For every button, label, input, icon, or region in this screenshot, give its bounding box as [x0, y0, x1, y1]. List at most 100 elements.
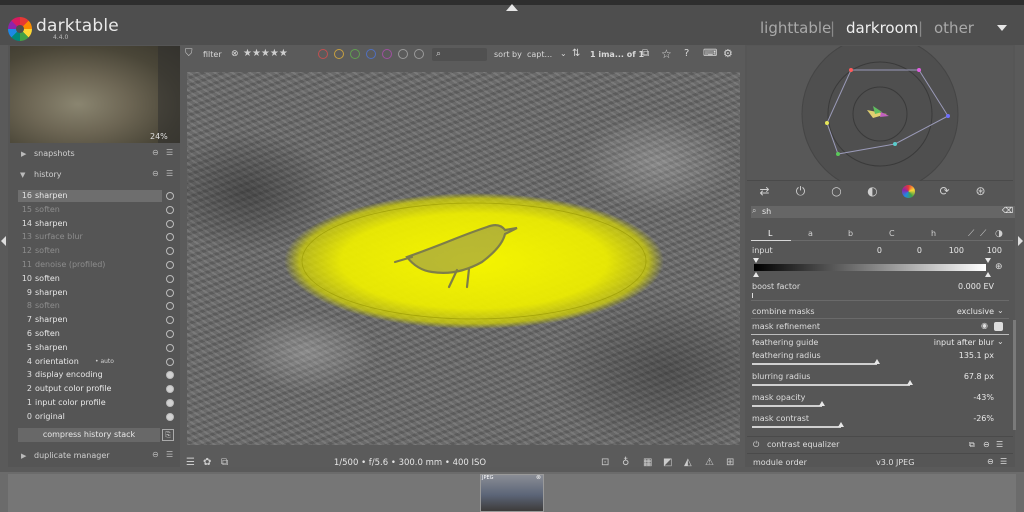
module-power-icon[interactable] — [166, 358, 174, 366]
history-item[interactable]: 10 soften — [18, 273, 162, 285]
filter-icon[interactable]: ⛉ — [185, 48, 193, 59]
module-order-value[interactable]: v3.0 JPEG — [876, 458, 914, 467]
multi-instance-icon[interactable]: ⧉ — [969, 440, 975, 450]
collapse-arrow-icon[interactable]: ▼ — [20, 171, 25, 179]
module-power-icon[interactable] — [166, 192, 174, 200]
history-item[interactable]: 6 soften — [18, 328, 162, 340]
reset-icon[interactable]: ⊖ — [987, 457, 994, 466]
module-power-icon[interactable] — [166, 371, 174, 379]
collapse-top-panel-arrow-icon[interactable] — [506, 4, 518, 11]
chevron-down-icon[interactable]: ⌄ — [997, 337, 1004, 346]
navigation-viewport[interactable] — [158, 46, 180, 143]
reset-icon[interactable]: ⊖ — [152, 450, 159, 459]
module-power-icon[interactable] — [166, 399, 174, 407]
color-label-filter-icon[interactable] — [414, 49, 424, 59]
color-label-filter-icon[interactable] — [382, 49, 392, 59]
contrast-equalizer-label[interactable]: contrast equalizer — [767, 440, 839, 449]
view-tab-darkroom[interactable]: darkroom — [846, 19, 918, 37]
history-item[interactable]: 3 display encoding — [18, 369, 162, 381]
history-item[interactable]: 14 sharpen — [18, 218, 162, 230]
module-group-active-icon[interactable]: ⇄ — [758, 185, 771, 198]
module-power-icon[interactable] — [166, 302, 174, 310]
iso-12646-icon[interactable]: ♁ — [622, 457, 629, 468]
focus-peaking-icon[interactable]: ⊡ — [601, 457, 609, 468]
compress-history-button[interactable]: compress history stack — [18, 428, 160, 442]
duplicate-manager-header[interactable]: duplicate manager — [34, 451, 110, 460]
range-marker-right[interactable] — [985, 272, 991, 277]
clear-search-icon[interactable]: ⌫ — [1002, 206, 1013, 215]
color-picker-set-icon[interactable]: ⟋ — [980, 229, 986, 239]
color-label-filter-icon[interactable] — [318, 49, 328, 59]
eye-icon[interactable]: ◉ — [981, 321, 988, 330]
module-power-icon[interactable] — [166, 247, 174, 255]
thumbnail-reject-icon[interactable]: ⊗ — [536, 474, 541, 481]
history-item[interactable]: 15 soften — [18, 204, 162, 216]
tab-a[interactable]: a — [808, 229, 813, 238]
range-marker-right[interactable] — [985, 258, 991, 263]
range-marker-left[interactable] — [753, 272, 759, 277]
collapse-right-panel-arrow-icon[interactable] — [1018, 236, 1023, 246]
slider-thumb[interactable] — [819, 401, 825, 406]
mask-opacity-slider[interactable] — [752, 401, 992, 413]
styles-icon[interactable]: ✿ — [203, 457, 211, 468]
raw-overexposed-icon[interactable]: ▦ — [643, 457, 652, 468]
module-search-input[interactable] — [751, 206, 1015, 218]
history-item[interactable]: 1 input color profile — [18, 397, 162, 409]
range-marker-left[interactable] — [753, 258, 759, 263]
history-header[interactable]: history — [34, 170, 62, 179]
history-item[interactable]: 7 sharpen — [18, 314, 162, 326]
boost-factor-slider[interactable] — [752, 293, 753, 298]
module-power-icon[interactable] — [166, 385, 174, 393]
tab-h[interactable]: h — [931, 229, 936, 238]
tab-L[interactable]: L — [768, 229, 772, 238]
module-group-effect-icon[interactable]: ⊛ — [974, 185, 987, 198]
gear-icon[interactable]: ⚙ — [723, 47, 733, 60]
add-icon[interactable]: ⊕ — [995, 262, 1003, 272]
navigation-thumbnail[interactable] — [10, 46, 180, 143]
reset-icon[interactable]: ⊖ — [152, 148, 159, 157]
history-item[interactable]: 8 soften — [18, 300, 162, 312]
softproof-icon[interactable]: ◭ — [684, 457, 692, 468]
help-icon[interactable]: ? — [684, 48, 689, 59]
history-item[interactable]: 11 denoise (profiled) — [18, 259, 162, 271]
slider-thumb[interactable] — [874, 359, 880, 364]
presets-menu-icon[interactable]: ☰ — [166, 169, 173, 178]
gamut-check-icon[interactable]: ⚠ — [705, 457, 714, 468]
module-power-icon[interactable] — [166, 275, 174, 283]
power-icon[interactable]: ⏻ — [753, 440, 759, 450]
color-label-filter-icon[interactable] — [366, 49, 376, 59]
snapshots-header[interactable]: snapshots — [34, 149, 75, 158]
reject-icon[interactable]: ⊗ — [231, 49, 239, 59]
reset-icon[interactable]: ⊖ — [983, 440, 990, 449]
module-power-icon[interactable] — [166, 289, 174, 297]
history-item[interactable]: 16 sharpen — [18, 190, 162, 202]
presets-menu-icon[interactable]: ☰ — [1000, 457, 1007, 466]
mask-contrast-slider[interactable] — [752, 422, 992, 434]
module-group-power-icon[interactable]: ⏻ — [794, 185, 807, 198]
module-power-icon[interactable] — [166, 220, 174, 228]
module-power-icon[interactable] — [166, 330, 174, 338]
module-power-icon[interactable] — [166, 316, 174, 324]
reset-icon[interactable]: ⊖ — [152, 169, 159, 178]
color-picker-icon[interactable]: ⟋ — [968, 229, 974, 239]
keyboard-shortcuts-icon[interactable]: ⌨ — [703, 48, 717, 59]
module-power-icon[interactable] — [166, 344, 174, 352]
expand-arrow-icon[interactable]: ▶ — [21, 150, 26, 158]
vectorscope[interactable] — [747, 35, 1013, 193]
clipping-icon[interactable]: ◩ — [663, 457, 672, 468]
color-label-filter-icon[interactable] — [398, 49, 408, 59]
parametric-input-slider[interactable] — [754, 264, 986, 271]
chevron-down-icon[interactable]: ⌄ — [997, 306, 1004, 315]
history-item[interactable]: 5 sharpen — [18, 342, 162, 354]
second-window-icon[interactable]: ⧉ — [221, 457, 228, 468]
history-item[interactable]: 9 sharpen — [18, 287, 162, 299]
star-preferences-icon[interactable]: ☆ — [661, 47, 672, 61]
duplicates-icon[interactable]: ⧉ — [642, 48, 649, 59]
color-label-filter-icon[interactable] — [350, 49, 360, 59]
feathering-radius-slider[interactable] — [752, 359, 992, 371]
module-group-color-icon[interactable] — [902, 185, 915, 198]
collapse-left-panel-arrow-icon[interactable] — [1, 236, 6, 246]
tab-C[interactable]: C — [889, 229, 895, 238]
history-item[interactable]: 2 output color profile — [18, 383, 162, 395]
expand-arrow-icon[interactable]: ▶ — [21, 452, 26, 460]
